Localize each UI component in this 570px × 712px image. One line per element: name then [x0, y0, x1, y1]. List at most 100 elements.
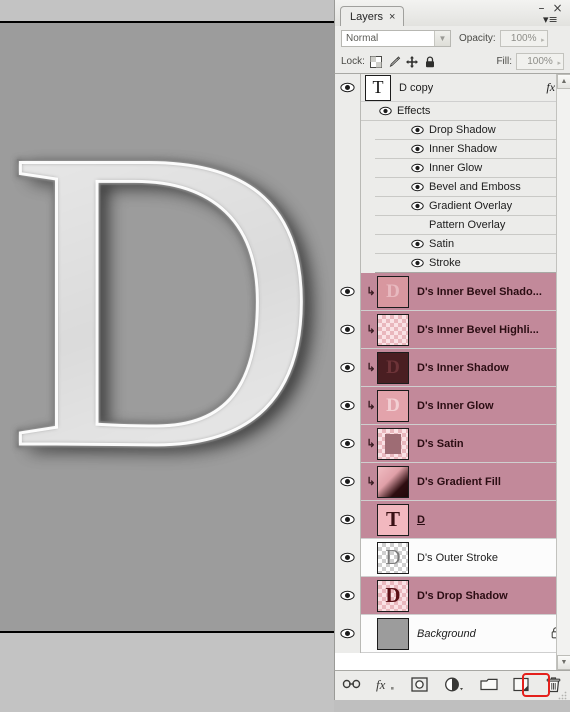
- scroll-up-arrow-icon[interactable]: ▲: [557, 74, 570, 89]
- layers-scrollbar[interactable]: ▲ ▼: [556, 74, 570, 670]
- eye-icon[interactable]: [340, 286, 355, 297]
- opacity-slider-arrow-icon[interactable]: ▸: [541, 33, 545, 48]
- opacity-input[interactable]: 100% ▸: [499, 29, 548, 48]
- thumbnail-cell[interactable]: ↳ D: [361, 351, 409, 384]
- visibility-cell[interactable]: [335, 74, 361, 102]
- layer-row-drop-shadow[interactable]: D D's Drop Shadow: [335, 576, 570, 615]
- visibility-cell[interactable]: [335, 500, 361, 539]
- layer-thumbnail[interactable]: [377, 313, 409, 346]
- effect-row-bevel-and-emboss[interactable]: Bevel and Emboss: [335, 178, 570, 197]
- fill-input[interactable]: 100% ▸: [516, 53, 564, 70]
- layer-row-background[interactable]: Background: [335, 614, 570, 653]
- eye-icon[interactable]: [411, 201, 424, 211]
- layer-row-inner-bevel-highlight[interactable]: ↳ D's Inner Bevel Highli...: [335, 310, 570, 349]
- tab-layers-label: Layers: [350, 10, 384, 23]
- fx-badge-icon[interactable]: fx: [546, 80, 555, 95]
- visibility-cell[interactable]: [335, 576, 361, 615]
- eye-icon[interactable]: [340, 324, 355, 335]
- thumbnail-cell[interactable]: ↳ D: [361, 275, 409, 308]
- thumbnail-cell[interactable]: ↳ D: [361, 389, 409, 422]
- layer-thumbnail[interactable]: D: [377, 541, 409, 574]
- visibility-cell[interactable]: [335, 614, 361, 653]
- thumbnail-cell[interactable]: D: [361, 579, 409, 612]
- blend-mode-select[interactable]: Normal ▼: [341, 29, 451, 47]
- paint-lock-icon[interactable]: [387, 55, 401, 69]
- visibility-cell[interactable]: [335, 310, 361, 349]
- folder-icon[interactable]: [480, 677, 498, 694]
- eye-icon[interactable]: [411, 125, 424, 135]
- layer-row-inner-glow[interactable]: ↳ D D's Inner Glow: [335, 386, 570, 425]
- eye-icon[interactable]: [340, 362, 355, 373]
- eye-icon[interactable]: [411, 144, 424, 154]
- visibility-cell[interactable]: [335, 272, 361, 311]
- layer-row-inner-bevel-shadow[interactable]: ↳ D D's Inner Bevel Shado...: [335, 272, 570, 311]
- visibility-cell[interactable]: [335, 424, 361, 463]
- effect-row-inner-glow[interactable]: Inner Glow: [335, 159, 570, 178]
- eye-icon[interactable]: [411, 239, 424, 249]
- move-lock-icon[interactable]: [405, 55, 419, 69]
- layer-thumbnail[interactable]: [377, 465, 409, 498]
- layer-thumbnail[interactable]: D: [377, 389, 409, 422]
- layer-row-d[interactable]: T D: [335, 500, 570, 539]
- effect-row-drop-shadow[interactable]: Drop Shadow: [335, 121, 570, 140]
- eye-icon[interactable]: [379, 106, 392, 116]
- layer-row-d-copy[interactable]: T D copy fx ▲: [335, 74, 570, 102]
- thumbnail-cell[interactable]: [361, 617, 409, 650]
- all-lock-icon[interactable]: [423, 55, 437, 69]
- layer-thumbnail[interactable]: [377, 617, 409, 650]
- half-circle-icon[interactable]: [444, 677, 464, 694]
- panel-resize-grip[interactable]: [558, 687, 567, 700]
- effect-row-satin[interactable]: Satin: [335, 235, 570, 254]
- layer-thumbnail-text[interactable]: T: [365, 74, 391, 101]
- scroll-down-arrow-icon[interactable]: ▼: [557, 655, 570, 670]
- effect-row-inner-shadow[interactable]: Inner Shadow: [335, 140, 570, 159]
- layer-row-satin[interactable]: ↳ D's Satin: [335, 424, 570, 463]
- visibility-cell[interactable]: [335, 348, 361, 387]
- thumbnail-cell[interactable]: ↳: [361, 465, 409, 498]
- layer-row-gradient-fill[interactable]: ↳ D's Gradient Fill: [335, 462, 570, 501]
- thumbnail-cell[interactable]: ↳: [361, 427, 409, 460]
- eye-icon[interactable]: [411, 163, 424, 173]
- tab-close-icon[interactable]: ×: [389, 9, 395, 25]
- layer-thumbnail[interactable]: D: [377, 275, 409, 308]
- chevron-down-icon[interactable]: ▼: [434, 30, 450, 46]
- eye-icon[interactable]: [411, 182, 424, 192]
- tab-layers[interactable]: Layers ×: [340, 6, 405, 26]
- eye-icon-hidden[interactable]: [411, 220, 424, 230]
- new-layer-icon[interactable]: [513, 677, 530, 694]
- layer-thumbnail[interactable]: [377, 427, 409, 460]
- thumbnail-cell[interactable]: T: [361, 503, 409, 536]
- eye-icon[interactable]: [340, 438, 355, 449]
- effect-row-pattern-overlay[interactable]: Pattern Overlay: [335, 216, 570, 235]
- mask-circle-icon[interactable]: [411, 677, 428, 694]
- effect-row-gradient-overlay[interactable]: Gradient Overlay: [335, 197, 570, 216]
- eye-icon[interactable]: [340, 628, 355, 639]
- fill-slider-arrow-icon[interactable]: ▸: [557, 56, 561, 71]
- thumbnail-cell[interactable]: T: [361, 74, 391, 101]
- eye-icon[interactable]: [340, 590, 355, 601]
- eye-icon[interactable]: [340, 514, 355, 525]
- eye-icon[interactable]: [340, 400, 355, 411]
- thumbnail-cell[interactable]: D: [361, 541, 409, 574]
- layer-row-outer-stroke[interactable]: D D's Outer Stroke: [335, 538, 570, 577]
- eye-icon[interactable]: [340, 476, 355, 487]
- effect-row-stroke[interactable]: Stroke: [335, 254, 570, 273]
- layer-thumbnail-text[interactable]: T: [377, 503, 409, 536]
- eye-icon[interactable]: [411, 258, 424, 268]
- visibility-cell[interactable]: [335, 462, 361, 501]
- visibility-cell[interactable]: [335, 386, 361, 425]
- transparency-lock-icon[interactable]: [369, 55, 383, 69]
- visibility-cell[interactable]: [335, 538, 361, 577]
- thumbnail-cell[interactable]: ↳: [361, 313, 409, 346]
- document-canvas[interactable]: D D D D D D: [0, 21, 334, 633]
- layers-panel: – × ▾≡ Layers × Normal ▼ Opacity: 100% ▸…: [334, 0, 570, 700]
- link-icon[interactable]: [342, 677, 361, 694]
- effects-group-row[interactable]: Effects: [335, 102, 570, 121]
- layer-row-inner-shadow[interactable]: ↳ D D's Inner Shadow: [335, 348, 570, 387]
- eye-icon[interactable]: [340, 82, 355, 93]
- eye-icon[interactable]: [340, 552, 355, 563]
- layers-list[interactable]: T D copy fx ▲ Effects: [334, 74, 570, 670]
- layer-thumbnail[interactable]: D: [377, 351, 409, 384]
- layer-thumbnail[interactable]: D: [377, 579, 409, 612]
- fx-icon[interactable]: fx: [375, 677, 395, 694]
